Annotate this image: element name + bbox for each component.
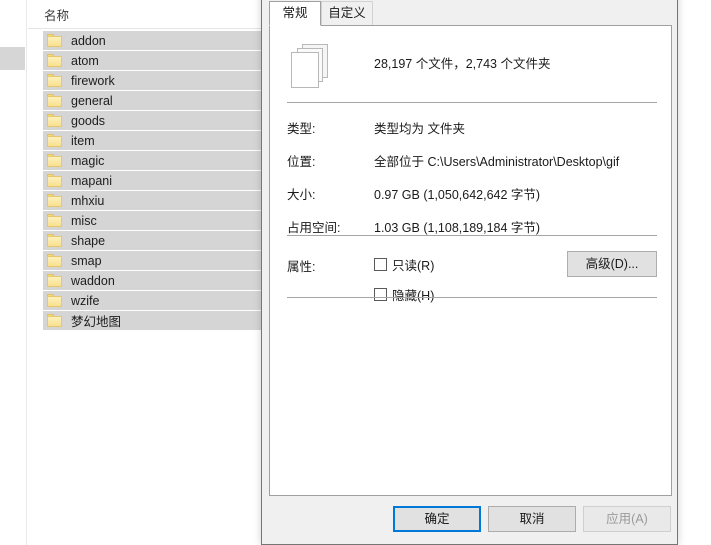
file-list-item-label: firework xyxy=(71,73,115,88)
pane-divider xyxy=(26,0,27,545)
folder-icon xyxy=(47,54,62,67)
folder-icon xyxy=(47,234,62,247)
folder-icon xyxy=(47,274,62,287)
property-row-location: 位置: 全部位于 C:\Users\Administrator\Desktop\… xyxy=(270,151,671,171)
hidden-checkbox-row[interactable]: 隐藏(H) xyxy=(374,285,434,304)
column-header-name[interactable]: 名称 xyxy=(44,5,69,24)
property-row-size: 大小: 0.97 GB (1,050,642,642 字节) xyxy=(270,184,671,204)
property-row-size-on-disk: 占用空间: 1.03 GB (1,108,189,184 字节) xyxy=(270,217,671,237)
file-list-item[interactable]: item xyxy=(43,131,263,151)
file-list-item-label: goods xyxy=(71,113,106,128)
property-value-type: 类型均为 文件夹 xyxy=(374,122,465,136)
tab-general-label: 常规 xyxy=(282,6,308,20)
file-list-item[interactable]: wzife xyxy=(43,291,263,311)
navigation-pane-item[interactable] xyxy=(0,47,25,70)
hidden-checkbox[interactable] xyxy=(374,288,387,301)
property-value-size: 0.97 GB (1,050,642,642 字节) xyxy=(374,188,541,202)
folder-icon xyxy=(47,134,62,147)
file-list-item-label: atom xyxy=(71,53,99,68)
property-label-location: 位置: xyxy=(287,155,316,169)
divider-top xyxy=(287,102,657,103)
property-value-location: 全部位于 C:\Users\Administrator\Desktop\gif xyxy=(374,155,620,169)
file-list-item[interactable]: atom xyxy=(43,51,263,71)
summary-text: 28,197 个文件，2,743 个文件夹 xyxy=(374,57,551,71)
file-list-item[interactable]: smap xyxy=(43,251,263,271)
file-list-item-label: mhxiu xyxy=(71,193,105,208)
folder-icon xyxy=(47,294,62,307)
tab-customize-label: 自定义 xyxy=(328,6,366,20)
dialog-tabstrip: 常规 自定义 xyxy=(262,1,677,26)
general-tab-panel: 28,197 个文件，2,743 个文件夹 类型: 类型均为 文件夹 位置: 全… xyxy=(269,25,672,496)
file-list-item-label: smap xyxy=(71,253,102,268)
file-list-item[interactable]: goods xyxy=(43,111,263,131)
summary-row: 28,197 个文件，2,743 个文件夹 xyxy=(270,34,671,96)
ok-button[interactable]: 确定 xyxy=(393,506,481,532)
attributes-label: 属性: xyxy=(287,260,316,274)
folder-icon xyxy=(47,314,62,327)
property-row-type: 类型: 类型均为 文件夹 xyxy=(270,118,671,138)
folder-icon xyxy=(47,114,62,127)
file-list[interactable]: addon atom firework general goods item magic ma… xyxy=(43,31,263,331)
cancel-button[interactable]: 取消 xyxy=(488,506,576,532)
property-label-type: 类型: xyxy=(287,122,316,136)
file-list-item-label: magic xyxy=(71,153,105,168)
tab-general[interactable]: 常规 xyxy=(269,1,321,26)
divider-middle xyxy=(287,235,657,236)
file-list-item[interactable]: misc xyxy=(43,211,263,231)
file-list-item[interactable]: mhxiu xyxy=(43,191,263,211)
file-list-item[interactable]: mapani xyxy=(43,171,263,191)
folder-icon xyxy=(47,34,62,47)
file-list-item-label: misc xyxy=(71,213,97,228)
stacked-documents-icon xyxy=(288,42,336,88)
file-list-item-label: general xyxy=(71,93,113,108)
hidden-checkbox-label: 隐藏(H) xyxy=(392,289,435,303)
file-list-item[interactable]: addon xyxy=(43,31,263,51)
folder-icon xyxy=(47,194,62,207)
tab-customize[interactable]: 自定义 xyxy=(321,1,373,26)
property-label-size-on-disk: 占用空间: xyxy=(287,221,341,235)
file-list-column-header: 名称 xyxy=(28,0,263,29)
folder-icon xyxy=(47,154,62,167)
file-list-item[interactable]: magic xyxy=(43,151,263,171)
file-list-item-label: shape xyxy=(71,233,106,248)
advanced-button[interactable]: 高级(D)... xyxy=(567,251,657,277)
folder-icon xyxy=(47,74,62,87)
file-list-item[interactable]: firework xyxy=(43,71,263,91)
file-list-item[interactable]: 梦幻地图 xyxy=(43,311,263,331)
file-list-item-label: addon xyxy=(71,33,106,48)
folder-icon xyxy=(47,174,62,187)
readonly-checkbox-label: 只读(R) xyxy=(392,259,435,273)
divider-bottom xyxy=(287,297,657,298)
readonly-checkbox[interactable] xyxy=(374,258,387,271)
file-list-item-label: waddon xyxy=(71,273,115,288)
property-value-size-on-disk: 1.03 GB (1,108,189,184 字节) xyxy=(374,221,541,235)
folder-properties-dialog: 常规 自定义 28,197 个文件，2,743 个文件夹 类型: 类型均为 文件… xyxy=(261,0,678,545)
apply-button[interactable]: 应用(A) xyxy=(583,506,671,532)
dialog-footer: 确定 取消 应用(A) xyxy=(262,494,677,544)
folder-icon xyxy=(47,214,62,227)
property-label-size: 大小: xyxy=(287,188,316,202)
file-list-item-label: 梦幻地图 xyxy=(71,315,122,329)
file-list-item-label: mapani xyxy=(71,173,112,188)
file-list-item[interactable]: general xyxy=(43,91,263,111)
folder-icon xyxy=(47,94,62,107)
readonly-checkbox-row[interactable]: 只读(R) xyxy=(374,255,434,274)
file-list-item[interactable]: shape xyxy=(43,231,263,251)
file-list-item-label: wzife xyxy=(71,293,100,308)
file-list-item[interactable]: waddon xyxy=(43,271,263,291)
file-list-item-label: item xyxy=(71,133,95,148)
folder-icon xyxy=(47,254,62,267)
